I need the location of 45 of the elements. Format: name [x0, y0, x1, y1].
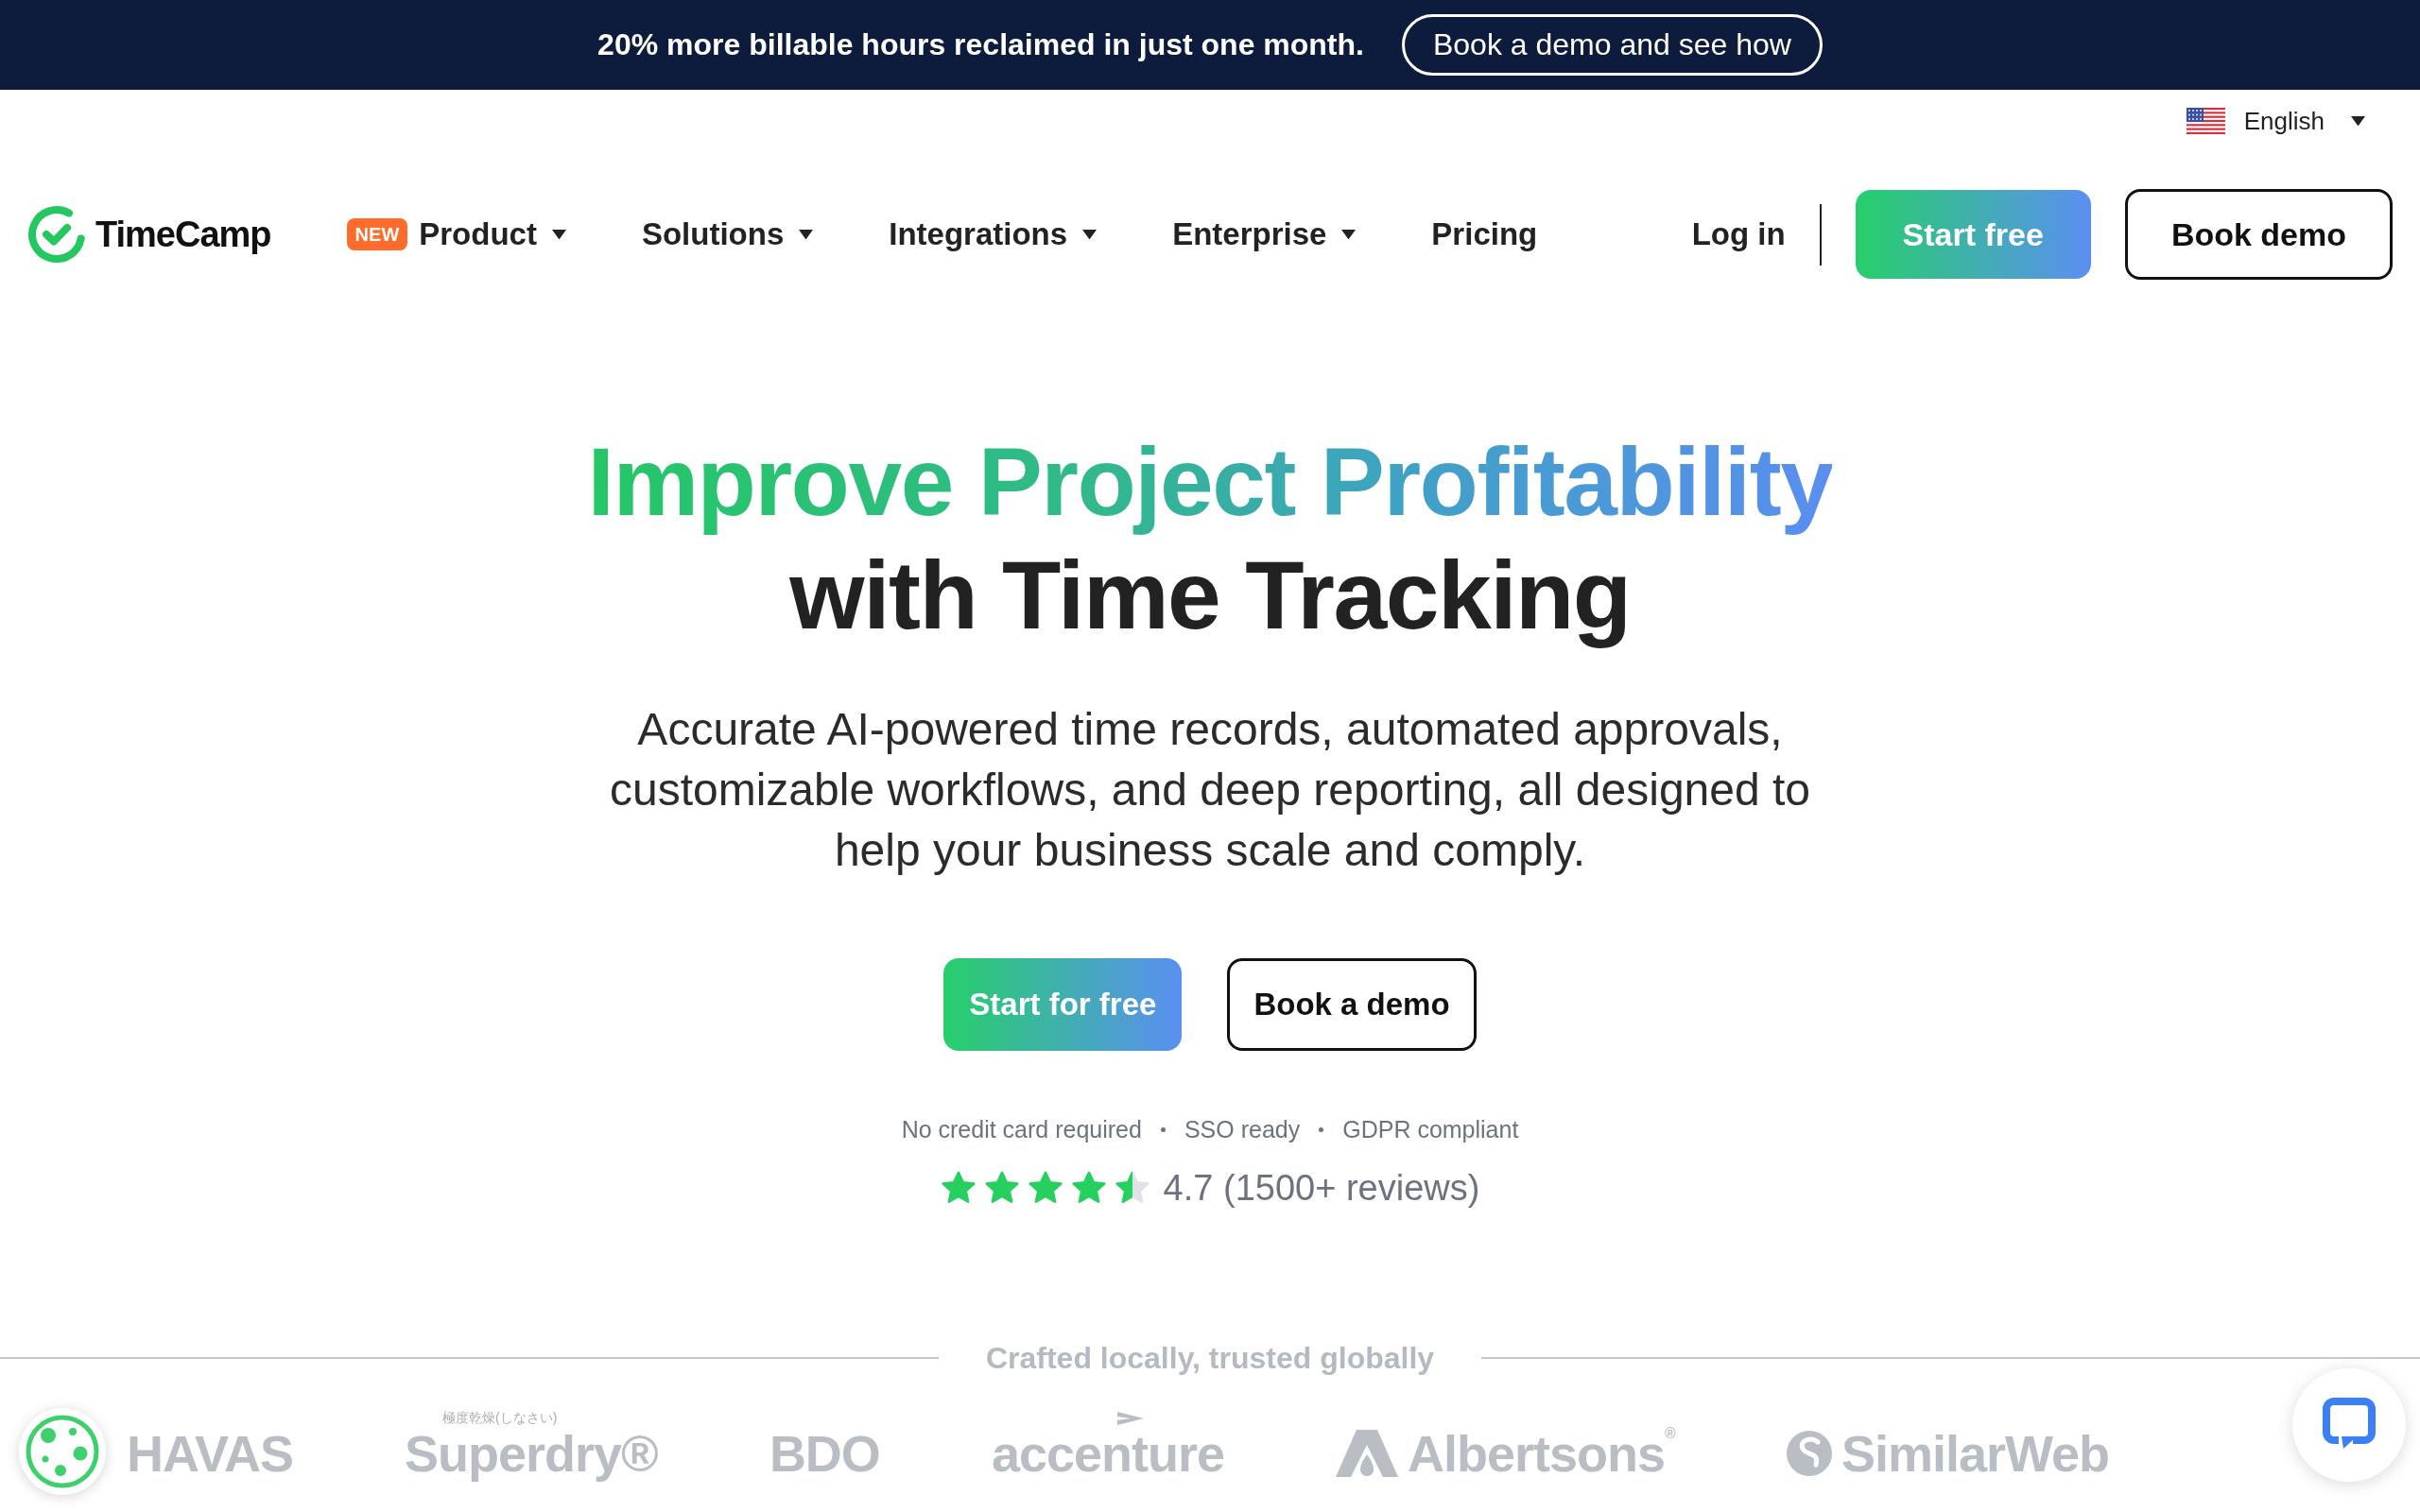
- trust-point: No credit card required: [901, 1115, 1142, 1143]
- clients-heading: Crafted locally, trusted globally: [984, 1340, 1436, 1376]
- nav-link[interactable]: Enterprise: [1172, 216, 1357, 252]
- rating-text: 4.7 (1500+ reviews): [1163, 1167, 1480, 1209]
- star-icon: [940, 1170, 977, 1206]
- check-circle-icon: [27, 205, 86, 264]
- login-link[interactable]: Log in: [1691, 216, 1786, 252]
- hero-subtitle: Accurate AI-powered time records, automated approvals, customizable workflows, and deep reporting, all designed to help your business scale and comply.: [608, 703, 1812, 877]
- caret-icon: [1341, 229, 1357, 240]
- client-logo: BDO: [769, 1426, 880, 1481]
- nav-link[interactable]: Solutions: [641, 216, 814, 252]
- flag-icon: [2186, 108, 2225, 134]
- swirl-mark-icon: [1786, 1431, 1832, 1476]
- nav-link[interactable]: Product: [419, 216, 566, 252]
- cookie-settings-button[interactable]: [19, 1408, 106, 1495]
- client-logo: Albertsons$^{®}$: [1408, 1426, 1675, 1481]
- caret-icon: [551, 229, 566, 240]
- promo-text: 20% more billable hours reclaimed in just one month.: [597, 27, 1364, 62]
- client-logo: SimilarWeb: [1841, 1426, 2109, 1481]
- star-icon: [1027, 1170, 1063, 1206]
- logo-tagline: 極度乾燥(しなさい): [442, 1409, 558, 1426]
- new-badge: NEW: [346, 218, 408, 250]
- trust-point: GDPR compliant: [1342, 1115, 1519, 1143]
- nav-link[interactable]: Integrations: [889, 216, 1098, 252]
- client-logo: accenture: [991, 1426, 1224, 1481]
- book-demo-button[interactable]: Book demo: [2124, 189, 2393, 280]
- caret-icon: [799, 229, 814, 240]
- separator-dot-icon: [1319, 1126, 1324, 1132]
- caret-icon: [2351, 115, 2365, 127]
- cookie-icon: [25, 1414, 100, 1489]
- star-icon: [1114, 1170, 1150, 1206]
- peak-mark-icon: [1336, 1430, 1398, 1477]
- banner-demo-button[interactable]: Book a demo and see how: [1401, 14, 1823, 76]
- nav-link[interactable]: Pricing: [1431, 216, 1538, 252]
- chevron-mark-icon: [1116, 1411, 1145, 1426]
- brand-logo[interactable]: TimeCamp: [27, 205, 271, 264]
- star-icon: [983, 1170, 1020, 1206]
- client-logo: HAVAS: [127, 1426, 293, 1481]
- caret-icon: [1082, 229, 1098, 240]
- trust-point: SSO ready: [1184, 1115, 1301, 1143]
- client-logo: Superdry®: [405, 1426, 658, 1481]
- star-icon: [1070, 1170, 1107, 1206]
- separator-dot-icon: [1160, 1126, 1166, 1132]
- book-a-demo-button[interactable]: Book a demo: [1227, 958, 1477, 1051]
- language-selector[interactable]: English: [2186, 102, 2365, 140]
